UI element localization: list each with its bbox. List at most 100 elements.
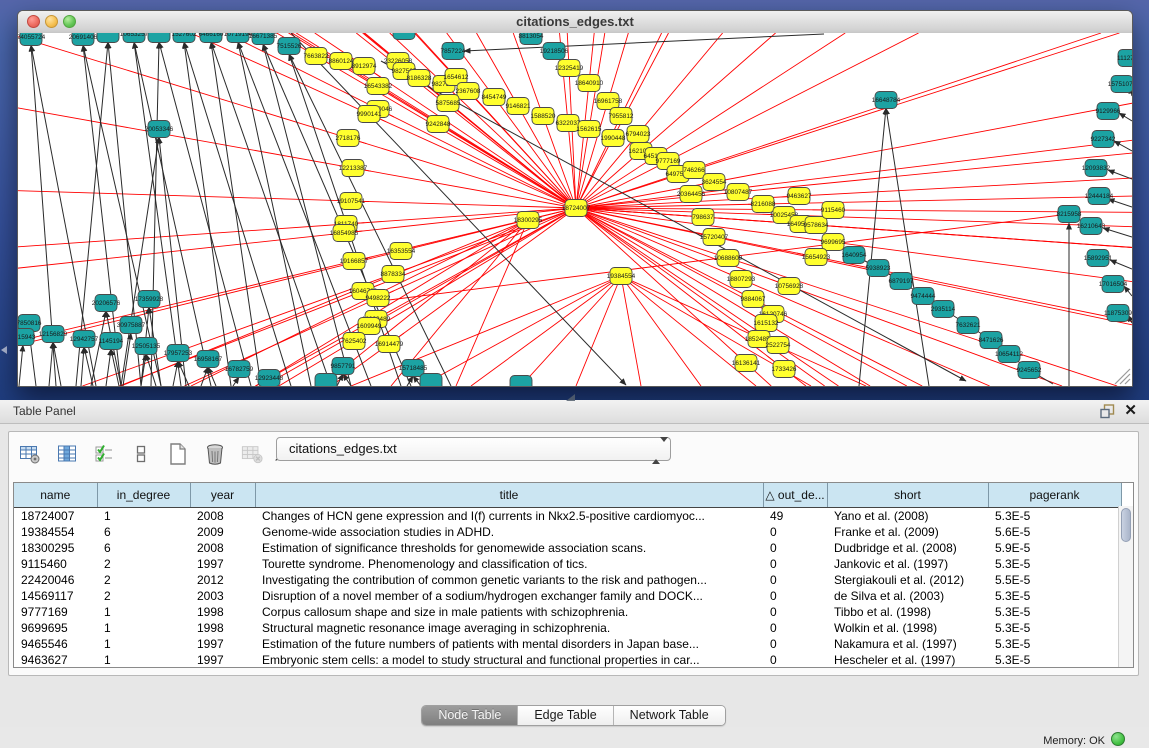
trash-icon[interactable] (204, 443, 226, 465)
graph-node[interactable]: 16671385 (249, 33, 278, 45)
graph-node[interactable]: 1112750 (1117, 50, 1132, 67)
graph-node[interactable]: 7625402 (342, 333, 367, 350)
table-cell[interactable]: Nakamura et al. (1997) (827, 636, 988, 652)
table-cell[interactable]: 9463627 (14, 652, 97, 668)
graph-node[interactable]: 7955812 (609, 108, 634, 125)
graph-node[interactable]: 10653257 (120, 33, 149, 43)
table-cell[interactable]: Disruption of a novel member of a sodium… (255, 588, 763, 604)
table-cell[interactable]: Corpus callosum shape and size in male p… (255, 604, 763, 620)
graph-node[interactable]: 1588520 (531, 108, 556, 125)
graph-node[interactable]: 12093832 (1082, 160, 1111, 177)
table-cell[interactable]: 0 (763, 556, 827, 572)
graph-node[interactable]: 9578634 (804, 217, 829, 234)
column-header-in_degree[interactable]: in_degree (97, 483, 190, 508)
table-cell[interactable]: Embryonic stem cells: a model to study s… (255, 652, 763, 668)
table-cell[interactable]: 5.3E-5 (988, 508, 1121, 525)
graph-node[interactable]: 12325419 (555, 60, 584, 77)
graph-node[interactable]: 18807293 (727, 271, 756, 288)
graph-node[interactable]: 8878334 (381, 266, 406, 283)
table-cell[interactable]: 1 (97, 604, 190, 620)
table-row[interactable]: 946554611997Estimation of the future num… (14, 636, 1121, 652)
select-columns-icon[interactable] (56, 443, 78, 465)
graph-node[interactable]: 1609949 (357, 318, 382, 335)
graph-node[interactable]: 8186328 (407, 70, 432, 87)
graph-node[interactable]: 16914479 (375, 336, 404, 353)
table-cell[interactable]: 22420046 (14, 572, 97, 588)
table-cell[interactable]: 5.3E-5 (988, 588, 1121, 604)
table-row[interactable]: 1830029562008Estimation of significance … (14, 540, 1121, 556)
graph-node[interactable]: 19384554 (607, 268, 636, 285)
table-cell[interactable]: Investigating the contribution of common… (255, 572, 763, 588)
graph-node[interactable]: 18300295 (514, 212, 543, 229)
new-document-icon[interactable] (167, 443, 189, 465)
column-header-out_de[interactable]: △ out_de... (763, 483, 827, 508)
table-cell[interactable]: 2008 (190, 508, 255, 525)
table-cell[interactable]: 9699695 (14, 620, 97, 636)
table-cell[interactable]: 2012 (190, 572, 255, 588)
table-cell[interactable]: 1997 (190, 556, 255, 572)
graph-node[interactable]: 2522754 (766, 337, 791, 354)
graph-node[interactable]: 20206576 (92, 295, 121, 312)
table-row[interactable]: 969969511998Structural magnetic resonanc… (14, 620, 1121, 636)
graph-node[interactable]: 8860124 (329, 53, 354, 70)
table-cell[interactable]: 14569117 (14, 588, 97, 604)
graph-node[interactable]: 10756928 (775, 278, 804, 295)
table-cell[interactable]: 1997 (190, 652, 255, 668)
graph-node[interactable]: 9115460 (821, 202, 846, 219)
graph-node[interactable]: 9699695 (821, 234, 846, 251)
table-cell[interactable]: de Silva et al. (2003) (827, 588, 988, 604)
scrollbar-thumb[interactable] (1121, 508, 1131, 542)
graph-node[interactable]: 30975887 (117, 317, 146, 334)
table-cell[interactable]: 9465546 (14, 636, 97, 652)
table-cell[interactable]: 0 (763, 540, 827, 556)
graph-node[interactable]: 9146821 (506, 98, 531, 115)
table-cell[interactable]: 2 (97, 572, 190, 588)
network-canvas[interactable]: 2405572420691406106532571527602646616010… (18, 33, 1132, 386)
graph-node[interactable]: 10688609 (714, 250, 743, 267)
table-cell[interactable]: 0 (763, 636, 827, 652)
table-cell[interactable]: 1998 (190, 620, 255, 636)
table-cell[interactable]: 0 (763, 620, 827, 636)
table-cell[interactable]: 5.3E-5 (988, 604, 1121, 620)
table-cell[interactable]: 6 (97, 524, 190, 540)
table-cell[interactable]: 5.6E-5 (988, 524, 1121, 540)
graph-node[interactable]: 746266 (683, 162, 705, 179)
table-row[interactable]: 1456911722003Disruption of a novel membe… (14, 588, 1121, 604)
graph-node[interactable]: 9498222 (366, 290, 391, 307)
table-cell[interactable]: 5.3E-5 (988, 620, 1121, 636)
table-row[interactable]: 946362711997Embryonic stem cells: a mode… (14, 652, 1121, 668)
table-cell[interactable]: Tibbo et al. (1998) (827, 604, 988, 620)
graph-node[interactable]: 12942757 (70, 331, 99, 348)
graph-node[interactable]: 15751074 (1108, 76, 1132, 93)
table-cell[interactable]: Wolkin et al. (1998) (827, 620, 988, 636)
tab-edge-table[interactable]: Edge Table (518, 706, 613, 725)
graph-node[interactable]: 15892951 (1084, 250, 1113, 267)
vertical-scrollbar[interactable] (1118, 506, 1133, 667)
splitter-handle[interactable] (566, 394, 575, 401)
graph-node[interactable]: 7663822 (304, 48, 329, 65)
graph-node[interactable]: 3624554 (702, 174, 727, 191)
graph-node[interactable]: 9463627 (787, 188, 812, 205)
graph-node[interactable]: 12923448 (255, 370, 284, 387)
table-cell[interactable]: Structural magnetic resonance image aver… (255, 620, 763, 636)
graph-node[interactable]: 15720407 (700, 229, 729, 246)
table-cell[interactable]: 5.3E-5 (988, 556, 1121, 572)
window-titlebar[interactable]: citations_edges.txt (18, 11, 1132, 34)
table-cell[interactable]: 9115460 (14, 556, 97, 572)
graph-node[interactable]: 16782759 (225, 361, 254, 378)
close-panel-icon[interactable]: ✕ (1124, 401, 1137, 419)
table-cell[interactable]: 0 (763, 588, 827, 604)
graph-node[interactable]: 16648784 (872, 92, 901, 109)
table-cell[interactable]: 2003 (190, 588, 255, 604)
table-row[interactable]: 911546021997Tourette syndrome. Phenomeno… (14, 556, 1121, 572)
table-cell[interactable]: 1 (97, 620, 190, 636)
table-cell[interactable]: Jankovic et al. (1997) (827, 556, 988, 572)
graph-node[interactable]: 9857791 (331, 358, 356, 375)
table-cell[interactable]: 49 (763, 508, 827, 525)
table-cell[interactable]: 1 (97, 652, 190, 668)
graph-node[interactable]: 6466160 (199, 33, 224, 43)
graph-node[interactable]: 8454749 (482, 89, 507, 106)
table-cell[interactable]: Genome-wide association studies in ADHD. (255, 524, 763, 540)
graph-node[interactable]: 20691406 (69, 33, 98, 46)
graph-node[interactable]: 1145194 (99, 333, 124, 350)
